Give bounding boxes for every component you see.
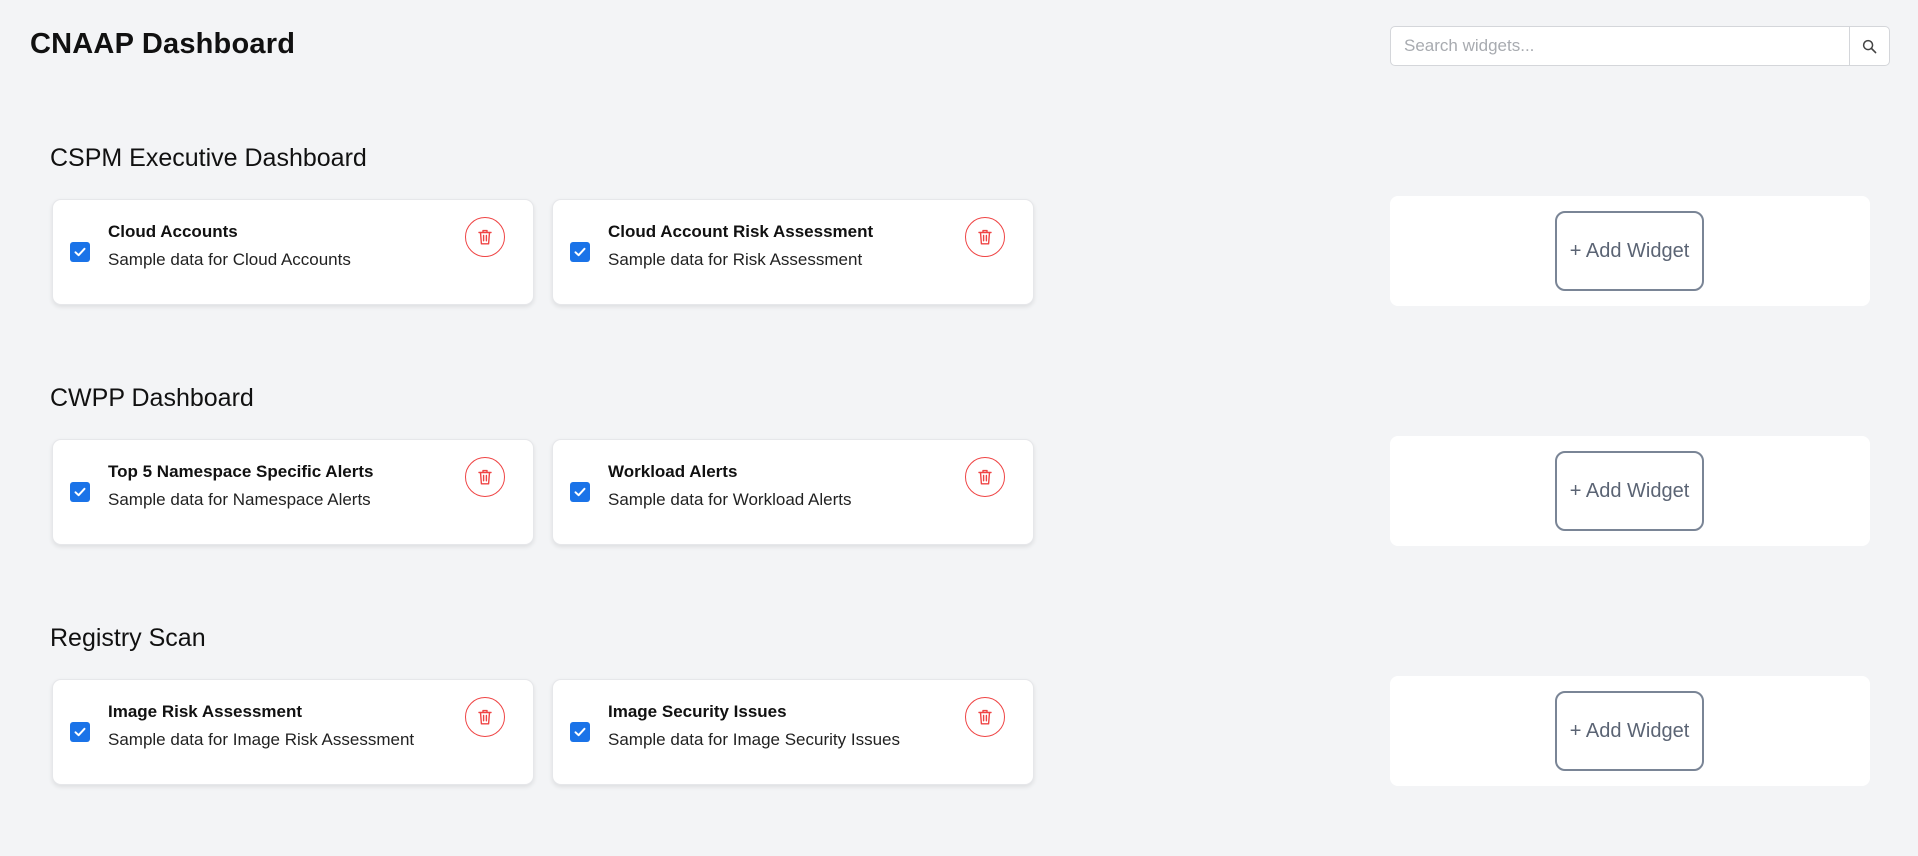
widget-subtitle: Sample data for Image Risk Assessment [108,730,415,749]
trash-icon [478,709,492,725]
delete-widget-button[interactable] [965,457,1005,497]
widget-title: Image Risk Assessment [108,702,303,721]
widget-card: Image Risk Assessment Sample data for Im… [52,679,534,785]
section-title: Registry Scan [50,624,206,652]
check-icon [574,727,586,737]
widget-checkbox[interactable] [70,242,90,262]
check-icon [574,247,586,257]
trash-icon [978,229,992,245]
section-title: CSPM Executive Dashboard [50,144,367,172]
widget-subtitle: Sample data for Risk Assessment [608,250,863,269]
trash-icon [478,229,492,245]
add-widget-button[interactable]: + Add Widget [1555,451,1704,531]
search-button[interactable] [1849,27,1889,65]
delete-widget-button[interactable] [465,217,505,257]
widget-subtitle: Sample data for Workload Alerts [608,490,852,509]
delete-widget-button[interactable] [965,697,1005,737]
add-widget-card: + Add Widget [1390,196,1870,306]
check-icon [74,247,86,257]
widget-card: Image Security Issues Sample data for Im… [552,679,1034,785]
widget-checkbox[interactable] [570,482,590,502]
widget-title: Top 5 Namespace Specific Alerts [108,462,374,481]
widget-subtitle: Sample data for Cloud Accounts [108,250,351,269]
widget-card: Cloud Accounts Sample data for Cloud Acc… [52,199,534,305]
search-box [1390,26,1890,66]
add-widget-button[interactable]: + Add Widget [1555,211,1704,291]
widget-subtitle: Sample data for Image Security Issues [608,730,900,749]
widget-checkbox[interactable] [570,242,590,262]
widget-title: Image Security Issues [608,702,787,721]
widget-checkbox[interactable] [70,482,90,502]
add-widget-card: + Add Widget [1390,676,1870,786]
widget-card: Top 5 Namespace Specific Alerts Sample d… [52,439,534,545]
check-icon [74,487,86,497]
widget-title: Workload Alerts [608,462,738,481]
widget-card: Cloud Account Risk Assessment Sample dat… [552,199,1034,305]
widget-subtitle: Sample data for Namespace Alerts [108,490,371,509]
widget-title: Cloud Accounts [108,222,238,241]
widget-checkbox[interactable] [70,722,90,742]
section-title: CWPP Dashboard [50,384,254,412]
trash-icon [978,469,992,485]
check-icon [574,487,586,497]
add-widget-card: + Add Widget [1390,436,1870,546]
trash-icon [478,469,492,485]
trash-icon [978,709,992,725]
page-title: CNAAP Dashboard [30,28,296,60]
widget-checkbox[interactable] [570,722,590,742]
widget-title: Cloud Account Risk Assessment [608,222,874,241]
widget-card: Workload Alerts Sample data for Workload… [552,439,1034,545]
delete-widget-button[interactable] [965,217,1005,257]
delete-widget-button[interactable] [465,697,505,737]
search-icon [1862,39,1877,53]
add-widget-button[interactable]: + Add Widget [1555,691,1704,771]
delete-widget-button[interactable] [465,457,505,497]
check-icon [74,727,86,737]
search-input[interactable] [1391,27,1849,65]
header: CNAAP Dashboard [0,0,1918,96]
